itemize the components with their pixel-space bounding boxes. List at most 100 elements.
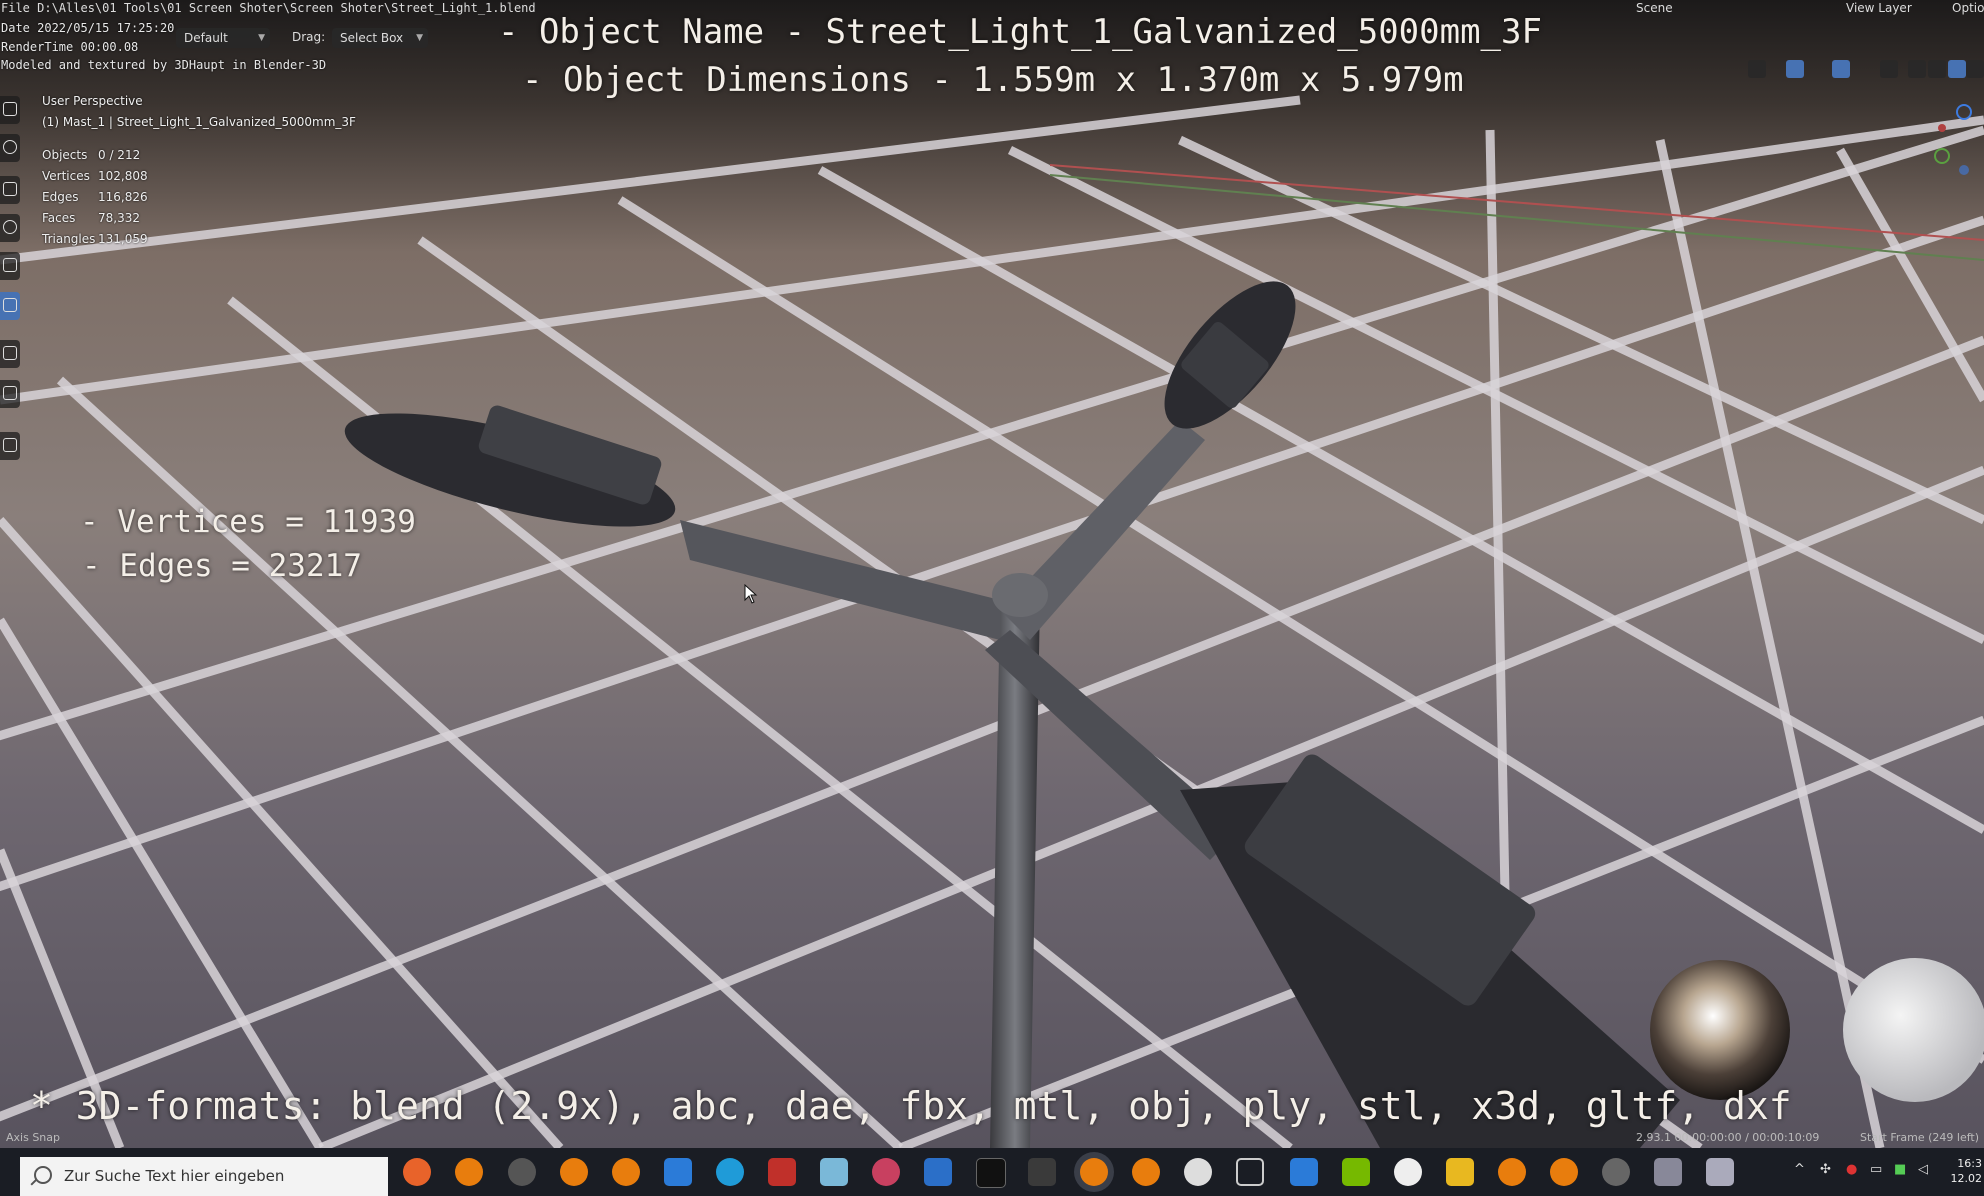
nvidia-icon[interactable] [1342, 1158, 1370, 1186]
move-tool[interactable] [0, 176, 20, 204]
tray-app-icon[interactable]: ✣ [1820, 1162, 1831, 1177]
xray-toggle-icon[interactable] [1880, 60, 1898, 78]
3d-viewport[interactable]: File D:\Alles\01 Tools\01 Screen Shoter\… [0, 0, 1984, 1148]
calendar-icon[interactable] [1290, 1158, 1318, 1186]
version-timecode: 2.93.1 00:00:00:00 / 00:00:10:09 [1636, 1131, 1820, 1144]
wireframe-shading-icon[interactable] [1908, 60, 1926, 78]
formats-overlay: * 3D-formats: blend (2.9x), abc, dae, fb… [30, 1084, 1792, 1128]
tray-app-icon[interactable]: ● [1846, 1162, 1857, 1177]
view-layer-selector[interactable]: View Layer [1846, 0, 1912, 16]
battery-icon[interactable]: ▭ [1870, 1162, 1882, 1177]
overlays-toggle-icon[interactable] [1832, 60, 1850, 78]
viewport-perspective: User Perspective [42, 94, 143, 108]
start-frame-info: Start Frame (249 left) [1860, 1131, 1980, 1144]
mail-icon[interactable] [664, 1158, 692, 1186]
obs-icon[interactable] [508, 1158, 536, 1186]
object-dimensions-overlay: - Object Dimensions - 1.559m x 1.370m x … [522, 60, 1464, 100]
clock-time: 16:3 [1957, 1157, 1982, 1170]
rotate-icon [3, 220, 17, 234]
blender-icon[interactable] [612, 1158, 640, 1186]
firefox-icon[interactable] [403, 1158, 431, 1186]
cube-icon [3, 438, 17, 452]
scene-selector[interactable]: Scene [1636, 0, 1673, 16]
stat-value: 78,332 [98, 211, 140, 225]
rendered-shading-icon[interactable] [1966, 60, 1984, 78]
stat-value: 0 / 212 [98, 148, 141, 162]
solid-shading-icon[interactable] [1928, 60, 1946, 78]
stat-value: 116,826 [98, 190, 148, 204]
drag-mode-dropdown[interactable]: Select Box ▼ [332, 28, 428, 48]
taskbar-search-box[interactable]: Zur Suche Text hier eingeben [20, 1157, 388, 1196]
store-icon[interactable] [924, 1158, 952, 1186]
stat-label: Edges [42, 190, 79, 204]
transform-tool[interactable] [0, 292, 20, 320]
app-icon[interactable] [1394, 1158, 1422, 1186]
cube-icon[interactable] [1236, 1158, 1264, 1186]
blender-icon[interactable] [1550, 1158, 1578, 1186]
transform-orientation-value: Default [184, 31, 228, 45]
street-light-model [344, 281, 1984, 1148]
gizmo-toggle-icon[interactable] [1786, 60, 1804, 78]
windows-taskbar: Zur Suche Text hier eingeben ^ ✣ ● ▭ ■ ◁… [0, 1148, 1984, 1196]
stat-faces: Faces 78,332 [42, 211, 140, 225]
clock-date: 12.02 [1950, 1172, 1983, 1185]
x-axis-icon [1938, 124, 1946, 132]
edge-icon[interactable] [716, 1158, 744, 1186]
app-icon[interactable] [1706, 1158, 1734, 1186]
stat-edges: Edges 116,826 [42, 190, 148, 204]
select-box-tool[interactable] [0, 96, 20, 124]
stat-value: 131,059 [98, 232, 148, 246]
selectability-icon[interactable] [1748, 60, 1766, 78]
navigation-gizmo[interactable] [1920, 100, 1984, 180]
blender-icon[interactable] [560, 1158, 588, 1186]
drag-label: Drag: [292, 30, 326, 44]
blender-active-icon[interactable] [1080, 1158, 1108, 1186]
notes-icon[interactable] [820, 1158, 848, 1186]
material-shading-icon[interactable] [1948, 60, 1966, 78]
app-icon[interactable] [768, 1158, 796, 1186]
taskbar-clock[interactable]: 16:3 12.02 [1951, 1156, 1983, 1186]
grid-axis-lines [1049, 164, 1984, 261]
cursor-tool[interactable] [0, 134, 20, 162]
cursor-icon [3, 140, 17, 154]
gear-icon[interactable] [1602, 1158, 1630, 1186]
y-axis-icon [1934, 148, 1950, 164]
stat-label: Triangles [42, 232, 96, 246]
blender-icon[interactable] [1132, 1158, 1160, 1186]
transform-orientation-dropdown[interactable]: Default ▼ [176, 28, 270, 48]
status-bar: Axis Snap 2.93.1 00:00:00:00 / 00:00:10:… [0, 1128, 1984, 1148]
scale-tool[interactable] [0, 252, 20, 280]
stat-value: 102,808 [98, 169, 148, 183]
search-icon [34, 1166, 52, 1184]
transform-icon [3, 298, 17, 312]
z-axis-icon [1956, 104, 1972, 120]
annotate-tool[interactable] [0, 340, 20, 368]
tray-app-icon[interactable]: ■ [1894, 1162, 1906, 1177]
stat-triangles: Triangles 131,059 [42, 232, 148, 246]
object-name-overlay: - Object Name - Street_Light_1_Galvanize… [498, 12, 1542, 52]
edges-overlay: - Edges = 23217 [82, 548, 362, 584]
drag-mode-value: Select Box [340, 31, 404, 45]
stat-vertices: Vertices 102,808 [42, 169, 148, 183]
stat-label: Objects [42, 148, 88, 162]
tray-overflow-icon[interactable]: ^ [1794, 1162, 1805, 1177]
select-icon [3, 102, 17, 116]
app-icon[interactable] [1028, 1158, 1056, 1186]
search-placeholder: Zur Suche Text hier eingeben [64, 1167, 285, 1185]
terminal-icon[interactable] [976, 1158, 1006, 1188]
paint-icon[interactable] [872, 1158, 900, 1186]
annotate-icon [3, 346, 17, 360]
scale-icon [3, 258, 17, 272]
app-icon[interactable] [1184, 1158, 1212, 1186]
vertices-overlay: - Vertices = 11939 [80, 504, 416, 540]
blender-icon[interactable] [455, 1158, 483, 1186]
credit-stamp: Modeled and textured by 3DHaupt in Blend… [1, 58, 327, 72]
rotate-tool[interactable] [0, 214, 20, 242]
folder-icon[interactable] [1446, 1158, 1474, 1186]
measure-tool[interactable] [0, 380, 20, 408]
app-icon[interactable] [1654, 1158, 1682, 1186]
blender-icon[interactable] [1498, 1158, 1526, 1186]
volume-icon[interactable]: ◁ [1918, 1162, 1928, 1177]
options-menu[interactable]: Options [1952, 0, 1984, 16]
add-cube-tool[interactable] [0, 432, 20, 460]
